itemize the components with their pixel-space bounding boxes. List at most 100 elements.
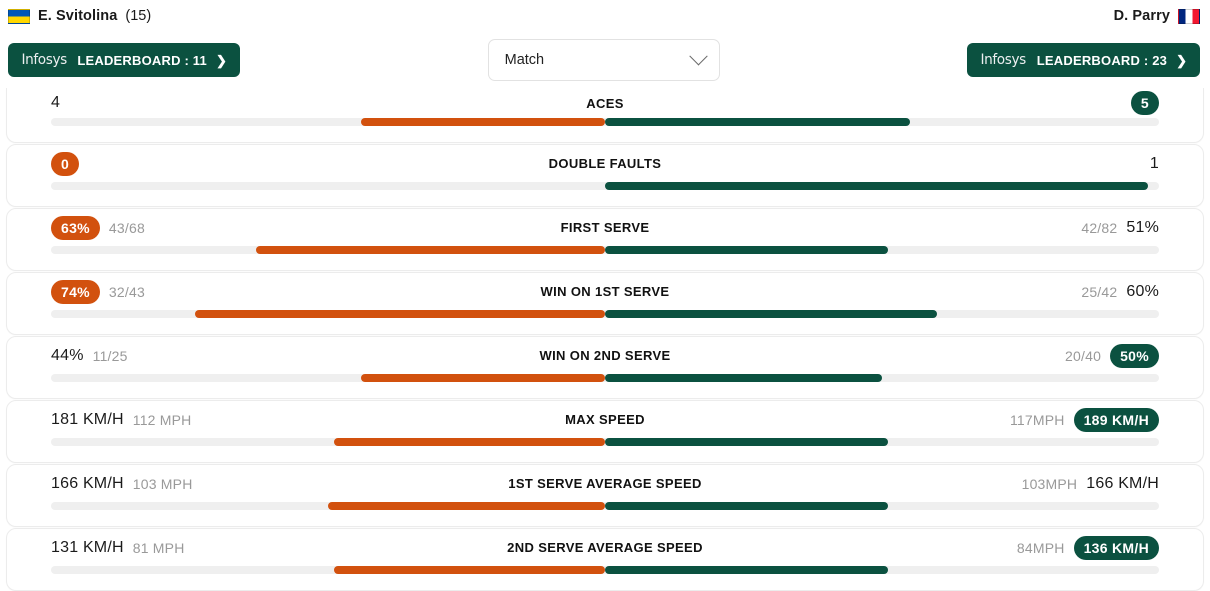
stat-sub-player-two: 42/82	[1081, 219, 1118, 236]
players-header: E. Svitolina (15) D. Parry	[0, 0, 1210, 32]
player-one: E. Svitolina (15)	[8, 8, 151, 24]
stat-bar-player-two	[605, 246, 888, 254]
stat-bar-player-one	[361, 374, 605, 382]
stat-sub-player-one: 43/68	[108, 219, 145, 236]
stat-row: 181 KM/H 112 MPH MAX SPEED 117MPH 189 KM/H	[6, 400, 1204, 463]
stat-main-player-one: 44%	[51, 346, 84, 364]
match-statistics-list: 4 ACES 5 0 DOUBLE FAULTS 1 63% 43/68 FIRST SERVE…	[0, 88, 1210, 591]
stat-value-player-one: 166 KM/H 103 MPH	[51, 475, 605, 493]
stat-value-player-two: 5	[605, 91, 1159, 115]
stat-sub-player-one: 32/43	[108, 283, 145, 300]
leaderboard-label-left: LEADERBOARD : 11	[77, 52, 207, 68]
stat-sub-player-two: 103MPH	[1021, 475, 1078, 492]
leaderboard-button-player-two[interactable]: Infosys LEADERBOARD : 23 ❯	[967, 43, 1200, 77]
stat-bar-player-one	[361, 118, 605, 126]
stat-badge-player-one: 63%	[51, 215, 100, 240]
stat-bar-player-two	[605, 310, 938, 318]
stat-bar-track	[51, 374, 1159, 382]
stat-row: 166 KM/H 103 MPH 1ST SERVE AVERAGE SPEED 10…	[6, 464, 1204, 527]
stat-row-values: 4 ACES 5	[7, 88, 1203, 118]
chevron-right-icon: ❯	[1176, 52, 1187, 68]
leaderboard-button-player-one[interactable]: Infosys LEADERBOARD : 11 ❯	[8, 43, 240, 77]
stat-badge-player-one: 74%	[51, 279, 100, 304]
stat-main-player-one: 131 KM/H	[51, 538, 124, 556]
stat-bar-track	[51, 566, 1159, 574]
ua-flag-icon	[8, 8, 30, 24]
stat-main-player-one: 4	[51, 94, 61, 111]
stat-value-player-two: 20/40 50%	[605, 343, 1159, 368]
leaderboard-row: Infosys LEADERBOARD : 11 ❯ Match Infosys…	[0, 32, 1210, 88]
stat-main-player-two: 51%	[1126, 218, 1159, 236]
stat-bar-track	[51, 182, 1159, 190]
chevron-right-icon: ❯	[215, 52, 227, 68]
stat-bar-player-one	[328, 502, 605, 510]
stat-row-values: 166 KM/H 103 MPH 1ST SERVE AVERAGE SPEED 10…	[7, 465, 1203, 502]
stat-badge-player-two: 189 KM/H	[1073, 407, 1159, 432]
stat-value-player-two: 84MPH 136 KM/H	[605, 535, 1159, 560]
stat-value-player-two: 1	[605, 155, 1159, 173]
stat-row: 4 ACES 5	[6, 88, 1204, 143]
stat-value-player-two: 25/42 60%	[605, 283, 1159, 301]
stat-main-player-one: 166 KM/H	[51, 474, 124, 492]
stat-value-player-one: 4	[51, 94, 605, 112]
stat-bar-player-two	[605, 502, 888, 510]
stat-main-player-two: 166 KM/H	[1086, 474, 1159, 492]
stat-row-values: 131 KM/H 81 MPH 2ND SERVE AVERAGE SPEED 84M…	[7, 529, 1203, 566]
stat-value-player-one: 0	[51, 151, 605, 176]
stat-row-values: 74% 32/43 WIN ON 1ST SERVE 25/42 60%	[7, 273, 1203, 310]
player-two-name: D. Parry	[1113, 8, 1170, 24]
stat-main-player-one: 181 KM/H	[51, 410, 124, 428]
player-two: D. Parry	[1114, 8, 1200, 24]
stat-sub-player-two: 20/40	[1065, 347, 1102, 364]
stat-value-player-one: 74% 32/43	[51, 279, 605, 304]
fr-flag-icon	[1178, 8, 1200, 24]
stat-bar-player-one	[255, 246, 605, 254]
stat-badge-player-two: 50%	[1110, 343, 1159, 368]
infosys-logo: Infosys	[980, 51, 1027, 68]
stat-row-values: 44% 11/25 WIN ON 2ND SERVE 20/40 50%	[7, 337, 1203, 374]
stat-badge-player-two: 5	[1130, 91, 1159, 115]
stat-badge-player-one: 0	[51, 151, 80, 176]
stat-bar-player-two	[605, 182, 1148, 190]
player-one-name: E. Svitolina	[38, 8, 118, 24]
stat-sub-player-two: 25/42	[1081, 283, 1118, 300]
stat-bar-track	[51, 310, 1159, 318]
stat-main-player-two: 60%	[1126, 282, 1159, 300]
stat-value-player-one: 63% 43/68	[51, 215, 605, 240]
scope-select-box[interactable]: Match	[487, 39, 720, 81]
chevron-down-icon	[688, 46, 708, 65]
stat-sub-player-one: 112 MPH	[132, 411, 192, 428]
stat-row: 0 DOUBLE FAULTS 1	[6, 144, 1204, 207]
stat-value-player-one: 181 KM/H 112 MPH	[51, 411, 605, 429]
stat-sub-player-one: 103 MPH	[132, 475, 193, 492]
leaderboard-label-right: LEADERBOARD : 23	[1036, 52, 1168, 68]
stat-row-values: 0 DOUBLE FAULTS 1	[7, 145, 1203, 182]
stat-value-player-two: 117MPH 189 KM/H	[605, 407, 1159, 432]
player-one-seed: (15)	[125, 8, 152, 24]
stat-sub-player-two: 84MPH	[1016, 539, 1065, 556]
stat-row-values: 63% 43/68 FIRST SERVE 42/82 51%	[7, 209, 1203, 246]
stat-badge-player-two: 136 KM/H	[1073, 535, 1159, 560]
stat-value-player-one: 131 KM/H 81 MPH	[51, 539, 605, 557]
stat-row-values: 181 KM/H 112 MPH MAX SPEED 117MPH 189 KM/H	[7, 401, 1203, 438]
stat-bar-player-one	[333, 438, 605, 446]
stat-bar-player-two	[605, 374, 882, 382]
stat-value-player-two: 103MPH 166 KM/H	[605, 475, 1159, 493]
stat-bar-player-two	[605, 566, 888, 574]
scope-select-value: Match	[504, 52, 545, 68]
stat-sub-player-one: 81 MPH	[132, 539, 185, 556]
stat-main-player-two: 1	[1149, 154, 1159, 172]
stat-bar-track	[51, 502, 1159, 510]
stat-bar-player-one	[333, 566, 605, 574]
stat-bar-player-two	[605, 438, 888, 446]
stat-bar-track	[51, 246, 1159, 254]
stat-value-player-one: 44% 11/25	[51, 347, 605, 365]
stat-sub-player-one: 11/25	[92, 347, 128, 364]
stat-bar-track	[51, 118, 1159, 126]
scope-selector[interactable]: Match	[487, 39, 720, 81]
stat-row: 44% 11/25 WIN ON 2ND SERVE 20/40 50%	[6, 336, 1204, 399]
stat-value-player-two: 42/82 51%	[605, 219, 1159, 237]
stat-row: 74% 32/43 WIN ON 1ST SERVE 25/42 60%	[6, 272, 1204, 335]
stat-bar-track	[51, 438, 1159, 446]
stat-bar-player-two	[605, 118, 910, 126]
